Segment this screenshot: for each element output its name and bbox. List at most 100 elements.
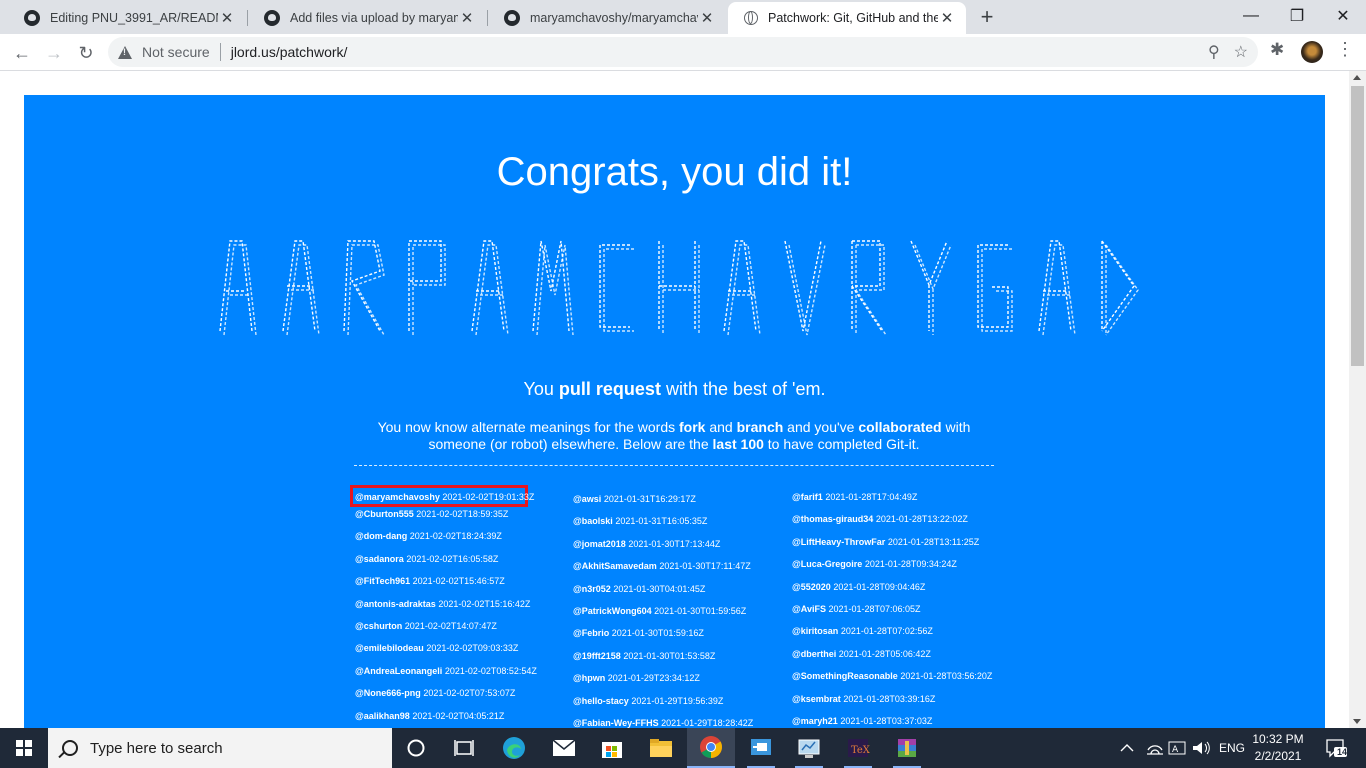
completer-entry[interactable]: @sadanora 2021-02-02T16:05:58Z — [355, 552, 570, 574]
completer-username-link[interactable]: @maryh21 — [792, 716, 838, 726]
archive-app-icon[interactable] — [883, 728, 931, 768]
completer-username-link[interactable]: @sadanora — [355, 554, 404, 564]
completer-entry[interactable]: @farif1 2021-01-28T17:04:49Z — [792, 490, 1007, 512]
completer-username-link[interactable]: @AviFS — [792, 604, 826, 614]
close-icon[interactable]: ✕ — [218, 9, 236, 27]
reload-icon[interactable]: ↻ — [72, 39, 100, 67]
completer-entry[interactable]: @ksembrat 2021-01-28T03:39:16Z — [792, 692, 1007, 714]
completer-username-link[interactable]: @Luca-Gregoire — [792, 559, 862, 569]
completer-entry[interactable]: @None666-png 2021-02-02T07:53:07Z — [355, 686, 570, 708]
scroll-down-arrow-icon[interactable] — [1353, 719, 1361, 724]
completer-username-link[interactable]: @ksembrat — [792, 694, 841, 704]
windows-start-icon[interactable] — [0, 728, 48, 768]
warning-icon[interactable] — [118, 45, 132, 59]
completer-entry[interactable]: @AndreaLeonangeli 2021-02-02T08:52:54Z — [355, 664, 570, 686]
file-explorer-icon[interactable] — [637, 728, 685, 768]
avatar[interactable] — [1301, 41, 1323, 63]
completer-entry[interactable]: @dom-dang 2021-02-02T18:24:39Z — [355, 529, 570, 551]
completer-entry[interactable]: @aalikhan98 2021-02-02T04:05:21Z — [355, 709, 570, 728]
mail-icon[interactable] — [540, 728, 588, 768]
completer-entry[interactable]: @552020 2021-01-28T09:04:46Z — [792, 580, 1007, 602]
completer-entry[interactable]: @hpwn 2021-01-29T23:34:12Z — [573, 671, 788, 693]
completer-username-link[interactable]: @Fabian-Wey-FFHS — [573, 718, 659, 728]
completer-entry[interactable]: @baolski 2021-01-31T16:05:35Z — [573, 514, 788, 536]
completer-username-link[interactable]: @jomat2018 — [573, 539, 626, 549]
ime-icon[interactable]: A — [1168, 728, 1186, 768]
clock[interactable]: 10:32 PM 2/2/2021 — [1248, 731, 1308, 765]
language-indicator[interactable]: ENG — [1219, 728, 1245, 768]
completer-username-link[interactable]: @baolski — [573, 516, 613, 526]
completer-username-link[interactable]: @dom-dang — [355, 531, 407, 541]
forward-icon[interactable]: → — [40, 39, 68, 67]
completer-entry[interactable]: @antonis-adraktas 2021-02-02T15:16:42Z — [355, 597, 570, 619]
kebab-menu-icon[interactable]: ⋮ — [1336, 40, 1354, 58]
completer-entry[interactable]: @FitTech961 2021-02-02T15:46:57Z — [355, 574, 570, 596]
network-icon[interactable] — [1146, 728, 1164, 768]
address-bar[interactable]: Not secure jlord.us/patchwork/ ⚲ ☆ — [108, 37, 1258, 67]
completer-entry[interactable]: @PatrickWong604 2021-01-30T01:59:56Z — [573, 604, 788, 626]
url-text[interactable]: jlord.us/patchwork/ — [231, 44, 348, 60]
completer-entry[interactable]: @emilebilodeau 2021-02-02T09:03:33Z — [355, 641, 570, 663]
completer-entry[interactable]: @LiftHeavy-ThrowFar 2021-01-28T13:11:25Z — [792, 535, 1007, 557]
completer-username-link[interactable]: @LiftHeavy-ThrowFar — [792, 537, 885, 547]
highlighted-completer-entry[interactable]: @maryamchavoshy 2021-02-02T19:01:33Z — [350, 485, 534, 507]
zoom-icon[interactable]: ⚲ — [1208, 42, 1220, 62]
completer-entry[interactable]: @n3r052 2021-01-30T04:01:45Z — [573, 582, 788, 604]
completer-username-link[interactable]: @farif1 — [792, 492, 823, 502]
completer-entry[interactable]: @AkhitSamavedam 2021-01-30T17:11:47Z — [573, 559, 788, 581]
close-icon[interactable]: ✕ — [698, 9, 716, 27]
close-icon[interactable]: ✕ — [938, 9, 956, 27]
completer-username-link[interactable]: @aalikhan98 — [355, 711, 410, 721]
completer-username-link[interactable]: @Cburton555 — [355, 509, 414, 519]
notifications-icon[interactable]: 14 — [1325, 728, 1347, 768]
completer-username-link[interactable]: @thomas-giraud34 — [792, 514, 873, 524]
completer-entry[interactable]: @kiritosan 2021-01-28T07:02:56Z — [792, 624, 1007, 646]
volume-icon[interactable] — [1192, 728, 1210, 768]
completer-username-link[interactable]: @cshurton — [355, 621, 402, 631]
bookmark-star-icon[interactable]: ☆ — [1234, 42, 1248, 62]
close-window-icon[interactable]: ✕ — [1320, 0, 1366, 32]
completer-username-link[interactable]: @FitTech961 — [355, 576, 410, 586]
completer-entry[interactable]: @Fabian-Wey-FFHS 2021-01-29T18:28:42Z — [573, 716, 788, 728]
completer-entry[interactable]: @hello-stacy 2021-01-29T19:56:39Z — [573, 694, 788, 716]
completer-username-link[interactable]: @dberthei — [792, 649, 836, 659]
completer-entry[interactable]: @maryh21 2021-01-28T03:37:03Z — [792, 714, 1007, 728]
scroll-thumb[interactable] — [1351, 86, 1364, 366]
extensions-puzzle-icon[interactable]: ✱ — [1270, 40, 1284, 60]
completer-username-link[interactable]: @emilebilodeau — [355, 643, 424, 653]
completer-username-link[interactable]: @antonis-adraktas — [355, 599, 436, 609]
tex-editor-icon[interactable]: TeX — [834, 728, 882, 768]
completer-username-link[interactable]: @awsi — [573, 494, 601, 504]
completer-username-link[interactable]: @hpwn — [573, 673, 605, 683]
completer-username-link[interactable]: @AndreaLeonangeli — [355, 666, 442, 676]
restore-icon[interactable]: ❐ — [1274, 0, 1320, 32]
tab-add-files[interactable]: Add files via upload by maryamcl ✕ — [248, 2, 486, 34]
completer-username-link[interactable]: @hello-stacy — [573, 696, 629, 706]
completer-username-link[interactable]: @maryamchavoshy — [355, 492, 440, 502]
close-icon[interactable]: ✕ — [458, 9, 476, 27]
completer-entry[interactable]: @Luca-Gregoire 2021-01-28T09:34:24Z — [792, 557, 1007, 579]
back-icon[interactable]: ← — [8, 39, 36, 67]
completer-username-link[interactable]: @None666-png — [355, 688, 421, 698]
completer-username-link[interactable]: @Febrio — [573, 628, 609, 638]
completer-username-link[interactable]: @n3r052 — [573, 584, 611, 594]
completer-entry[interactable]: @thomas-giraud34 2021-01-28T13:22:02Z — [792, 512, 1007, 534]
completer-entry[interactable]: @awsi 2021-01-31T16:29:17Z — [573, 492, 788, 514]
minimize-icon[interactable]: — — [1228, 0, 1274, 32]
completer-entry[interactable]: @SomethingReasonable 2021-01-28T03:56:20… — [792, 669, 1007, 691]
completer-username-link[interactable]: @552020 — [792, 582, 831, 592]
tab-editing-readme[interactable]: Editing PNU_3991_AR/README.m ✕ — [8, 2, 246, 34]
show-hidden-icons-chevron-icon[interactable] — [1120, 728, 1134, 768]
completer-entry[interactable]: @19fft2158 2021-01-30T01:53:58Z — [573, 649, 788, 671]
remote-app-icon[interactable] — [737, 728, 785, 768]
scroll-up-arrow-icon[interactable] — [1353, 75, 1361, 80]
store-icon[interactable] — [588, 728, 636, 768]
completer-username-link[interactable]: @19fft2158 — [573, 651, 621, 661]
tab-patchwork[interactable]: Patchwork: Git, GitHub and the P ✕ — [728, 2, 966, 34]
completer-entry[interactable]: @jomat2018 2021-01-30T17:13:44Z — [573, 537, 788, 559]
completer-entry[interactable]: @cshurton 2021-02-02T14:07:47Z — [355, 619, 570, 641]
completer-entry[interactable]: @Febrio 2021-01-30T01:59:16Z — [573, 626, 788, 648]
tab-repo[interactable]: maryamchavoshy/maryamchavos ✕ — [488, 2, 726, 34]
security-label[interactable]: Not secure — [142, 44, 210, 60]
chrome-icon[interactable] — [687, 728, 735, 768]
